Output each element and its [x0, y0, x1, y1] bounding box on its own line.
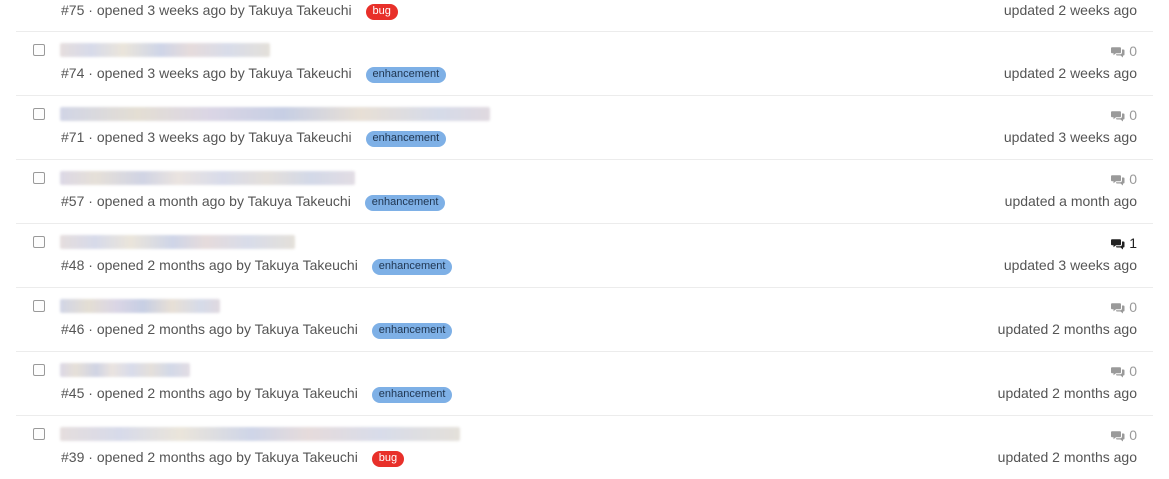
issue-updated: updated 2 months ago	[997, 449, 1137, 465]
issue-title-redacted[interactable]	[60, 363, 190, 377]
issue-row[interactable]: #48 · opened 2 months ago by Takuya Take…	[16, 223, 1153, 287]
issue-label[interactable]: enhancement	[364, 195, 446, 211]
issue-updated: updated 2 weeks ago	[1003, 2, 1137, 18]
issue-row[interactable]: #74 · opened 3 weeks ago by Takuya Takeu…	[16, 31, 1153, 95]
issue-meta: #75 · opened 3 weeks ago by Takuya Takeu…	[61, 2, 398, 20]
issue-opened: opened 2 months ago	[96, 257, 233, 273]
comment-count-value: 0	[1129, 171, 1137, 187]
issue-title-redacted[interactable]	[60, 299, 220, 313]
comments-icon	[1111, 367, 1125, 378]
issue-checkbox[interactable]	[33, 172, 45, 184]
comment-count[interactable]: 0	[1111, 107, 1137, 123]
issue-label[interactable]: enhancement	[371, 387, 453, 403]
issue-checkbox[interactable]	[33, 236, 45, 248]
issue-author: by Takuya Takeuchi	[229, 2, 352, 18]
issue-row[interactable]: #75 · opened 3 weeks ago by Takuya Takeu…	[16, 0, 1153, 31]
issue-checkbox[interactable]	[33, 108, 45, 120]
issue-checkbox[interactable]	[33, 364, 45, 376]
comment-count[interactable]: 0	[1111, 427, 1137, 443]
issue-title-redacted[interactable]	[60, 235, 295, 249]
issue-title-redacted[interactable]	[60, 107, 490, 121]
issue-meta: #48 · opened 2 months ago by Takuya Take…	[61, 257, 453, 275]
issue-author: by Takuya Takeuchi	[236, 385, 358, 401]
issue-updated: updated a month ago	[1004, 193, 1137, 209]
comments-icon	[1111, 239, 1125, 250]
issue-opened: opened 3 weeks ago	[96, 129, 227, 145]
issue-opened: opened a month ago	[96, 193, 226, 209]
issue-row[interactable]: #46 · opened 2 months ago by Takuya Take…	[16, 287, 1153, 351]
issue-author: by Takuya Takeuchi	[229, 129, 352, 145]
issue-number: #57	[61, 193, 85, 209]
issue-title-redacted[interactable]	[60, 427, 460, 441]
comment-count-value: 0	[1129, 299, 1137, 315]
comment-count-value: 0	[1129, 363, 1137, 379]
issue-label[interactable]: bug	[365, 4, 398, 20]
comments-icon	[1111, 111, 1125, 122]
issue-updated: updated 2 months ago	[997, 385, 1137, 401]
issue-number: #45	[61, 385, 85, 401]
issue-updated: updated 3 weeks ago	[1003, 129, 1137, 145]
comment-count-value: 1	[1129, 235, 1137, 251]
issue-number: #74	[61, 65, 85, 81]
comment-count-value: 0	[1129, 427, 1137, 443]
issue-author: by Takuya Takeuchi	[236, 257, 358, 273]
issue-row[interactable]: #39 · opened 2 months ago by Takuya Take…	[16, 415, 1153, 479]
issue-label[interactable]: enhancement	[371, 323, 453, 339]
comment-count[interactable]: 1	[1111, 235, 1137, 251]
issue-updated: updated 2 weeks ago	[1003, 65, 1137, 81]
comment-count-value: 0	[1129, 43, 1137, 59]
comment-count[interactable]: 0	[1111, 299, 1137, 315]
issue-opened: opened 2 months ago	[96, 321, 233, 337]
issue-meta: #39 · opened 2 months ago by Takuya Take…	[61, 449, 405, 467]
issue-label[interactable]: bug	[371, 451, 405, 467]
issue-label[interactable]: enhancement	[365, 131, 447, 147]
issue-checkbox[interactable]	[33, 300, 45, 312]
issue-number: #46	[61, 321, 85, 337]
comment-count[interactable]: 0	[1111, 363, 1137, 379]
comment-count-value: 0	[1129, 107, 1137, 123]
issue-list: #75 · opened 3 weeks ago by Takuya Takeu…	[0, 0, 1169, 479]
issue-checkbox[interactable]	[33, 44, 45, 56]
comment-count[interactable]: 0	[1111, 43, 1137, 59]
issue-meta: #46 · opened 2 months ago by Takuya Take…	[61, 321, 453, 339]
issue-author: by Takuya Takeuchi	[229, 193, 351, 209]
issue-title-redacted[interactable]	[60, 171, 355, 185]
issue-author: by Takuya Takeuchi	[229, 65, 352, 81]
issue-author: by Takuya Takeuchi	[236, 449, 358, 465]
comments-icon	[1111, 175, 1125, 186]
issue-row[interactable]: #57 · opened a month ago by Takuya Takeu…	[16, 159, 1153, 223]
issue-row[interactable]: #45 · opened 2 months ago by Takuya Take…	[16, 351, 1153, 415]
issue-title-redacted[interactable]	[60, 43, 270, 57]
issue-updated: updated 2 months ago	[997, 321, 1137, 337]
comments-icon	[1111, 47, 1125, 58]
comment-count[interactable]: 0	[1111, 171, 1137, 187]
comments-icon	[1111, 303, 1125, 314]
issue-author: by Takuya Takeuchi	[236, 321, 358, 337]
issue-meta: #45 · opened 2 months ago by Takuya Take…	[61, 385, 453, 403]
issue-opened: opened 2 months ago	[96, 385, 233, 401]
issue-label[interactable]: enhancement	[365, 67, 447, 83]
issue-meta: #74 · opened 3 weeks ago by Takuya Takeu…	[61, 65, 447, 83]
issue-label[interactable]: enhancement	[371, 259, 453, 275]
issue-number: #39	[61, 449, 85, 465]
issue-meta: #71 · opened 3 weeks ago by Takuya Takeu…	[61, 129, 447, 147]
issue-number: #75	[61, 2, 85, 18]
issue-opened: opened 3 weeks ago	[96, 65, 227, 81]
issue-row[interactable]: #71 · opened 3 weeks ago by Takuya Takeu…	[16, 95, 1153, 159]
issue-number: #71	[61, 129, 85, 145]
comments-icon	[1111, 431, 1125, 442]
issue-checkbox[interactable]	[33, 428, 45, 440]
issue-opened: opened 3 weeks ago	[96, 2, 227, 18]
issue-number: #48	[61, 257, 85, 273]
issue-updated: updated 3 weeks ago	[1003, 257, 1137, 273]
issue-opened: opened 2 months ago	[96, 449, 233, 465]
issue-meta: #57 · opened a month ago by Takuya Takeu…	[61, 193, 446, 211]
